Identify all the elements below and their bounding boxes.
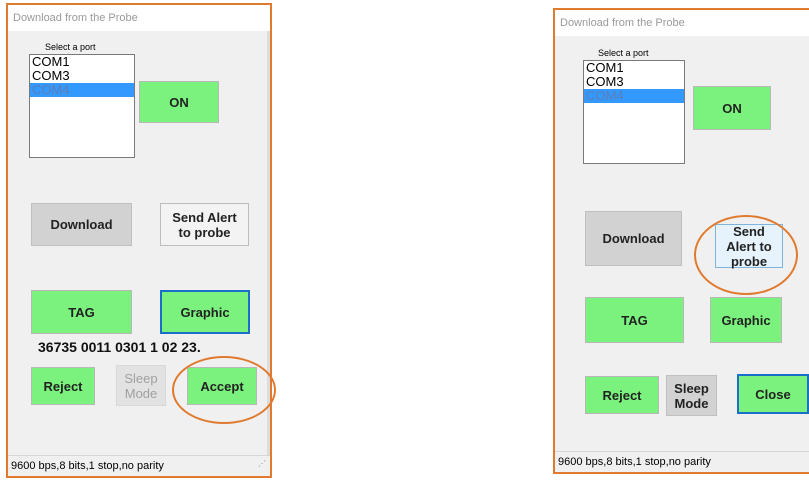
port-option[interactable]: COM3 bbox=[30, 69, 134, 83]
port-option[interactable]: COM1 bbox=[30, 55, 134, 69]
reject-button[interactable]: Reject bbox=[585, 376, 659, 414]
port-label: Select a port bbox=[598, 48, 649, 58]
status-text: 9600 bps,8 bits,1 stop,no parity bbox=[558, 456, 711, 468]
probe-window-right: Download from the Probe Select a port CO… bbox=[553, 8, 809, 474]
sleep-mode-button[interactable]: Sleep Mode bbox=[666, 375, 717, 416]
graphic-button[interactable]: Graphic bbox=[160, 290, 250, 334]
port-option[interactable]: COM1 bbox=[584, 61, 684, 75]
sleep-mode-button[interactable]: Sleep Mode bbox=[116, 365, 166, 406]
probe-code-text: 36735 0011 0301 1 02 23. bbox=[38, 339, 201, 355]
tag-button[interactable]: TAG bbox=[585, 297, 684, 343]
port-listbox[interactable]: COM1 COM3 COM4 bbox=[583, 60, 685, 164]
port-label: Select a port bbox=[45, 42, 96, 52]
graphic-button[interactable]: Graphic bbox=[710, 297, 782, 343]
probe-window-left: Download from the Probe Select a port CO… bbox=[6, 3, 272, 478]
status-bar: 9600 bps,8 bits,1 stop,no parity ⋰ bbox=[8, 455, 270, 476]
port-option-selected[interactable]: COM4 bbox=[584, 89, 684, 103]
status-text: 9600 bps,8 bits,1 stop,no parity bbox=[11, 460, 164, 472]
port-option[interactable]: COM3 bbox=[584, 75, 684, 89]
port-option-selected[interactable]: COM4 bbox=[30, 83, 134, 97]
reject-button[interactable]: Reject bbox=[31, 367, 95, 405]
window-edge bbox=[267, 31, 270, 456]
accept-button[interactable]: Accept bbox=[187, 367, 257, 405]
window-title: Download from the Probe bbox=[8, 5, 270, 31]
on-button[interactable]: ON bbox=[693, 86, 771, 130]
resize-grip-icon[interactable]: ⋰ bbox=[258, 454, 266, 474]
send-alert-button[interactable]: Send Alert to probe bbox=[715, 224, 783, 269]
port-listbox[interactable]: COM1 COM3 COM4 bbox=[29, 54, 135, 158]
close-button[interactable]: Close bbox=[737, 374, 809, 414]
on-button[interactable]: ON bbox=[139, 81, 219, 123]
download-button[interactable]: Download bbox=[585, 211, 682, 266]
tag-button[interactable]: TAG bbox=[31, 290, 132, 334]
send-alert-button[interactable]: Send Alert to probe bbox=[160, 203, 249, 246]
download-button[interactable]: Download bbox=[31, 203, 132, 246]
status-bar: 9600 bps,8 bits,1 stop,no parity bbox=[555, 451, 809, 472]
window-title: Download from the Probe bbox=[555, 10, 809, 36]
